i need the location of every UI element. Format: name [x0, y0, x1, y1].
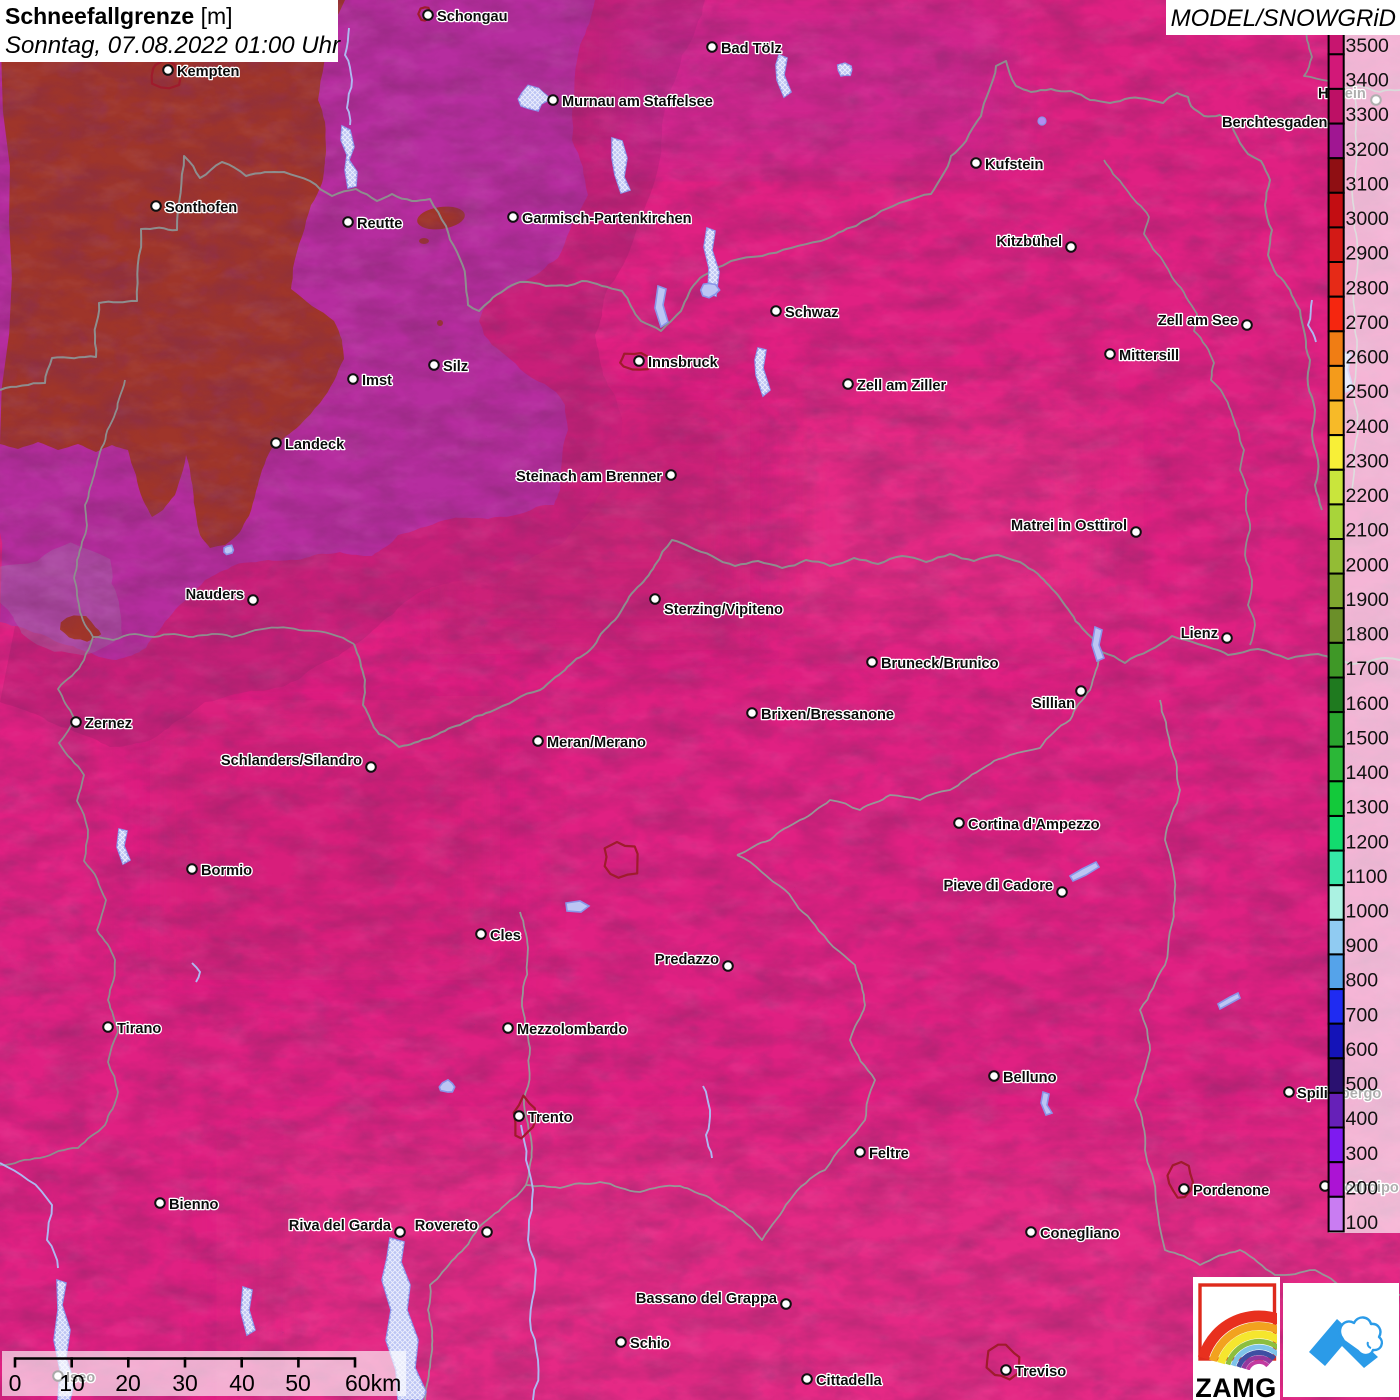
svg-text:Garmisch-Partenkirchen: Garmisch-Partenkirchen — [522, 211, 692, 227]
svg-text:800: 800 — [1346, 970, 1379, 992]
svg-text:Zell am Ziller: Zell am Ziller — [857, 378, 947, 394]
svg-text:3100: 3100 — [1346, 174, 1390, 196]
svg-text:Schneefallgrenze [m]: Schneefallgrenze [m] — [5, 3, 233, 29]
svg-text:Tirano: Tirano — [117, 1021, 161, 1037]
svg-text:700: 700 — [1346, 1004, 1379, 1026]
svg-text:2900: 2900 — [1346, 243, 1390, 265]
svg-text:Cortina d'Ampezzo: Cortina d'Ampezzo — [968, 817, 1100, 833]
svg-text:1400: 1400 — [1346, 762, 1390, 784]
svg-text:Landeck: Landeck — [285, 437, 345, 453]
svg-text:3400: 3400 — [1346, 70, 1390, 92]
svg-text:Zernez: Zernez — [85, 716, 132, 732]
svg-text:Cles: Cles — [490, 928, 521, 944]
svg-text:3000: 3000 — [1346, 208, 1390, 230]
svg-text:1500: 1500 — [1346, 727, 1390, 749]
svg-text:Kitzbühel: Kitzbühel — [996, 234, 1062, 250]
svg-text:2400: 2400 — [1346, 416, 1390, 438]
svg-text:Matrei in Osttirol: Matrei in Osttirol — [1011, 518, 1127, 534]
svg-text:Berchtesgaden: Berchtesgaden — [1222, 115, 1328, 131]
svg-text:Schwaz: Schwaz — [785, 305, 839, 321]
svg-text:Imst: Imst — [362, 373, 392, 389]
svg-text:Innsbruck: Innsbruck — [648, 355, 719, 371]
svg-text:1100: 1100 — [1346, 866, 1388, 888]
svg-text:Predazzo: Predazzo — [655, 952, 719, 968]
svg-text:1200: 1200 — [1346, 831, 1390, 853]
svg-text:Treviso: Treviso — [1015, 1364, 1066, 1380]
svg-text:500: 500 — [1346, 1074, 1379, 1096]
svg-text:Pieve di Cadore: Pieve di Cadore — [944, 878, 1054, 894]
svg-text:100: 100 — [1346, 1212, 1379, 1234]
svg-text:2600: 2600 — [1346, 347, 1390, 369]
svg-text:ZAMG: ZAMG — [1195, 1373, 1276, 1400]
svg-text:2800: 2800 — [1346, 277, 1390, 299]
svg-text:Murnau am Staffelsee: Murnau am Staffelsee — [562, 94, 713, 110]
svg-text:Sillian: Sillian — [1032, 696, 1075, 712]
svg-text:1700: 1700 — [1346, 658, 1390, 680]
svg-text:60km: 60km — [345, 1370, 401, 1396]
svg-text:3300: 3300 — [1346, 104, 1390, 126]
svg-text:Nauders: Nauders — [186, 587, 244, 603]
svg-text:Feltre: Feltre — [869, 1146, 909, 1162]
svg-text:Brixen/Bressanone: Brixen/Bressanone — [761, 707, 894, 723]
svg-text:1800: 1800 — [1346, 624, 1390, 646]
svg-text:2500: 2500 — [1346, 381, 1390, 403]
svg-text:Bad Tölz: Bad Tölz — [721, 41, 782, 57]
svg-text:Bruneck/Brunico: Bruneck/Brunico — [881, 656, 999, 672]
svg-text:2200: 2200 — [1346, 485, 1390, 507]
svg-text:1000: 1000 — [1346, 901, 1390, 923]
svg-text:400: 400 — [1346, 1108, 1379, 1130]
svg-text:300: 300 — [1346, 1143, 1379, 1165]
svg-text:Schongau: Schongau — [437, 9, 508, 25]
svg-text:Meran/Merano: Meran/Merano — [547, 735, 646, 751]
svg-text:Sonntag, 07.08.2022 01:00 Uhr: Sonntag, 07.08.2022 01:00 Uhr — [5, 32, 341, 59]
svg-text:2100: 2100 — [1346, 520, 1390, 542]
svg-text:2000: 2000 — [1346, 554, 1390, 576]
svg-text:Lienz: Lienz — [1181, 626, 1218, 642]
svg-text:Reutte: Reutte — [357, 216, 402, 232]
svg-text:Mittersill: Mittersill — [1119, 348, 1179, 364]
svg-text:200: 200 — [1346, 1178, 1379, 1200]
svg-text:Bassano del Grappa: Bassano del Grappa — [636, 1291, 778, 1307]
svg-text:Schlanders/Silandro: Schlanders/Silandro — [221, 753, 362, 769]
svg-text:Kempten: Kempten — [177, 64, 240, 80]
svg-text:Sonthofen: Sonthofen — [165, 200, 237, 216]
svg-text:1300: 1300 — [1346, 797, 1390, 819]
svg-text:Trento: Trento — [528, 1110, 573, 1126]
svg-text:MODEL/SNOWGRiD: MODEL/SNOWGRiD — [1171, 5, 1396, 32]
svg-text:Pordenone: Pordenone — [1193, 1183, 1269, 1199]
svg-text:900: 900 — [1346, 935, 1379, 957]
svg-text:1600: 1600 — [1346, 693, 1390, 715]
svg-text:Riva del Garda: Riva del Garda — [289, 1218, 392, 1234]
svg-text:1900: 1900 — [1346, 589, 1390, 611]
svg-text:50: 50 — [285, 1370, 311, 1396]
svg-text:20: 20 — [115, 1370, 141, 1396]
svg-text:Bormio: Bormio — [201, 863, 252, 879]
svg-text:3200: 3200 — [1346, 139, 1390, 161]
svg-text:30: 30 — [172, 1370, 198, 1396]
svg-text:0: 0 — [9, 1370, 22, 1396]
svg-text:Cittadella: Cittadella — [816, 1373, 883, 1389]
svg-text:40: 40 — [229, 1370, 255, 1396]
svg-text:10: 10 — [59, 1370, 85, 1396]
svg-text:Mezzolombardo: Mezzolombardo — [517, 1022, 627, 1038]
svg-text:Rovereto: Rovereto — [415, 1218, 478, 1234]
svg-text:Zell am See: Zell am See — [1158, 313, 1238, 329]
svg-text:2300: 2300 — [1346, 450, 1390, 472]
svg-text:2700: 2700 — [1346, 312, 1390, 334]
svg-text:3500: 3500 — [1346, 35, 1390, 57]
svg-text:Kufstein: Kufstein — [985, 157, 1043, 173]
svg-text:600: 600 — [1346, 1039, 1379, 1061]
svg-text:Sterzing/Vipiteno: Sterzing/Vipiteno — [664, 602, 783, 618]
svg-text:Conegliano: Conegliano — [1040, 1226, 1120, 1242]
svg-text:Belluno: Belluno — [1003, 1070, 1057, 1086]
svg-text:Bienno: Bienno — [169, 1197, 219, 1213]
svg-text:Silz: Silz — [443, 359, 468, 375]
svg-text:Schio: Schio — [630, 1336, 670, 1352]
svg-text:Steinach am Brenner: Steinach am Brenner — [516, 469, 662, 485]
